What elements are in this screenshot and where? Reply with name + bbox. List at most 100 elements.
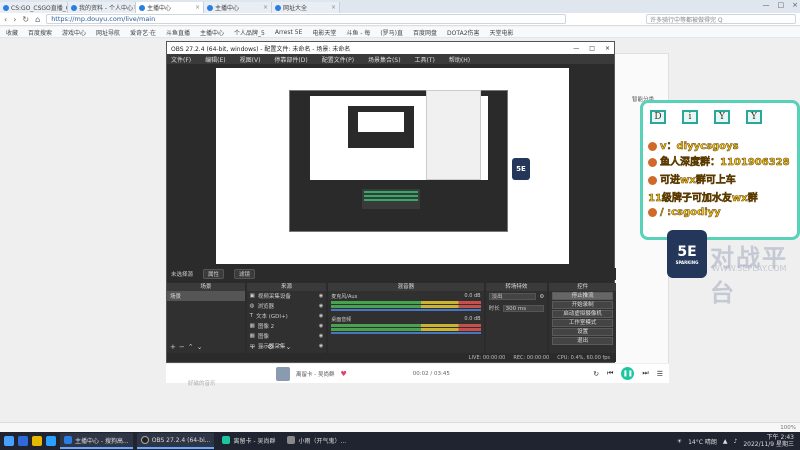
cpu-status: CPU: 0.4%, 60.00 fps xyxy=(557,354,610,361)
bookmark-item[interactable]: 收藏 xyxy=(6,28,18,37)
back-icon[interactable]: ‹ xyxy=(4,15,7,24)
clock[interactable]: 下午 2:43 2022/11/9 星期三 xyxy=(743,434,794,448)
menu-item[interactable]: 文件(F) xyxy=(171,55,191,64)
wechat-icon xyxy=(648,175,657,185)
browser-tab[interactable]: 网址大全 × xyxy=(272,2,340,13)
maximize-icon[interactable]: □ xyxy=(589,45,595,52)
volume-icon[interactable]: ♪ xyxy=(733,438,737,445)
browser-tab-active[interactable]: 主播中心 × xyxy=(136,2,204,13)
bookmark-item[interactable]: 斗鱼直播 xyxy=(166,28,190,37)
source-item[interactable]: ▣ 视频采集设备 ◉ xyxy=(247,291,327,301)
previous-icon[interactable]: ⏮ xyxy=(607,369,613,378)
avatar-icon xyxy=(648,157,657,167)
loop-icon[interactable]: ↻ xyxy=(593,370,599,378)
menu-item[interactable]: 视图(V) xyxy=(240,55,261,64)
menu-item[interactable]: 帮助(H) xyxy=(449,55,470,64)
bookmark-item[interactable]: DOTA2伤害 xyxy=(447,28,479,37)
source-item[interactable]: ◍ 浏览器 ◉ xyxy=(247,301,327,311)
meter-bar xyxy=(364,195,418,197)
taskbar-task[interactable]: 离留卡 - 吴尚群 xyxy=(218,433,279,449)
bookmark-item[interactable]: 游戏中心 xyxy=(62,28,86,37)
menu-item[interactable]: 配置文件(P) xyxy=(322,55,354,64)
close-icon[interactable]: × xyxy=(195,4,200,11)
start-recording-button[interactable]: 开始录制 xyxy=(552,301,613,309)
bookmark-item[interactable]: 主播中心 xyxy=(200,28,224,37)
eye-icon[interactable]: ◉ xyxy=(319,333,323,339)
menu-item[interactable]: 编辑(E) xyxy=(205,55,225,64)
taskbar-task[interactable]: 主播中心 - 搜狗高... xyxy=(60,433,133,449)
bookmark-item[interactable]: 网址导航 xyxy=(96,28,120,37)
browser-tab[interactable]: CS:GO_CSGO直播_CS:× xyxy=(0,2,68,13)
volume-meter xyxy=(331,328,481,331)
stop-streaming-button[interactable]: 停止推流 xyxy=(552,292,613,300)
next-icon[interactable]: ⏭ xyxy=(642,369,648,378)
bookmark-item[interactable]: (罗马)直 xyxy=(380,28,403,37)
windows-start-icon[interactable] xyxy=(4,436,14,446)
settings-button[interactable]: 设置 xyxy=(552,328,613,336)
minimize-icon[interactable]: — xyxy=(573,45,579,52)
weather-icon[interactable]: ☀ xyxy=(677,438,682,445)
album-art[interactable] xyxy=(276,366,290,381)
home-icon[interactable]: ⌂ xyxy=(35,15,40,24)
volume-slider[interactable] xyxy=(331,332,481,334)
taskbar-task[interactable]: 小雨（开气鬼）... xyxy=(283,433,350,449)
bookmark-item[interactable]: 个人品牌_5 xyxy=(234,28,265,37)
obs-preview[interactable]: 5E xyxy=(216,68,569,264)
maximize-icon[interactable]: □ xyxy=(778,1,785,9)
weather-text[interactable]: 14°C 晴朗 xyxy=(688,437,717,446)
pause-button[interactable]: ❚❚ xyxy=(621,367,635,380)
network-icon[interactable]: ▲ xyxy=(723,438,728,445)
app-icon xyxy=(287,436,296,444)
eye-icon[interactable]: ◉ xyxy=(319,343,323,349)
virtual-camera-button[interactable]: 启动虚拟摄像机 xyxy=(552,310,613,318)
bookmark-item[interactable]: 天堂电影 xyxy=(490,28,514,37)
dock-toolbar[interactable]: +−⌃⌄ xyxy=(170,343,205,351)
bookmark-item[interactable]: Arrest 5E xyxy=(275,29,303,36)
volume-slider[interactable] xyxy=(331,309,481,311)
folder-icon[interactable] xyxy=(32,436,42,446)
app-icon[interactable] xyxy=(46,436,56,446)
gear-icon[interactable]: ⚙ xyxy=(539,294,544,300)
search-input[interactable]: 许多骑行中等都被做得完 Q xyxy=(646,14,796,24)
menu-item[interactable]: 工具(T) xyxy=(415,55,435,64)
minimize-icon[interactable]: — xyxy=(763,1,770,9)
refresh-icon[interactable]: ↻ xyxy=(22,15,29,24)
eye-icon[interactable]: ◉ xyxy=(319,293,323,299)
search-icon[interactable] xyxy=(18,436,28,446)
duration-input[interactable]: 300 ms xyxy=(502,304,545,312)
heart-icon[interactable]: ♥ xyxy=(340,370,346,378)
close-icon[interactable]: × xyxy=(605,45,610,52)
url-input[interactable]: https://mp.douyu.com/live/main xyxy=(46,14,567,24)
transition-select[interactable]: 淡出 xyxy=(488,293,537,300)
forward-icon[interactable]: › xyxy=(13,15,16,24)
eye-icon[interactable]: ◉ xyxy=(319,313,323,319)
properties-button[interactable]: 属性 xyxy=(203,269,225,279)
close-icon[interactable]: × xyxy=(263,4,268,11)
studio-mode-button[interactable]: 工作室模式 xyxy=(552,319,613,327)
zoom-level[interactable]: 100% xyxy=(780,425,796,431)
eye-icon[interactable]: ◉ xyxy=(319,323,323,329)
list-icon[interactable]: ☰ xyxy=(657,370,663,378)
source-item[interactable]: ▦ 图像 ◉ xyxy=(247,331,327,341)
tab-favicon-icon xyxy=(207,4,213,11)
bookmark-item[interactable]: 斗鱼 - 每 xyxy=(346,28,370,37)
bookmark-item[interactable]: 百度网盘 xyxy=(413,28,437,37)
close-icon[interactable]: × xyxy=(792,1,798,9)
menu-item[interactable]: 停靠部件(D) xyxy=(274,55,307,64)
eye-icon[interactable]: ◉ xyxy=(319,303,323,309)
bookmark-item[interactable]: 电影天堂 xyxy=(312,28,336,37)
close-icon[interactable]: × xyxy=(331,4,336,11)
scene-item[interactable]: 场景 xyxy=(167,291,245,301)
bookmark-item[interactable]: 爱奇艺·在 xyxy=(130,28,156,37)
browser-tab[interactable]: 我的资料 - 个人中心× xyxy=(68,2,136,13)
taskbar-task[interactable]: OBS 27.2.4 (64-bi... xyxy=(136,433,215,449)
bookmark-item[interactable]: 百度搜索 xyxy=(28,28,52,37)
exit-button[interactable]: 退出 xyxy=(552,337,613,345)
source-item[interactable]: ▦ 图像 2 ◉ xyxy=(247,321,327,331)
source-item[interactable]: T 文本 (GDI+) ◉ xyxy=(247,311,327,321)
dock-toolbar[interactable]: +−⚙⌃⌄ xyxy=(250,343,295,351)
browser-tab[interactable]: 主播中心 × xyxy=(204,2,272,13)
filters-button[interactable]: 滤镜 xyxy=(234,269,256,279)
obs-title: OBS 27.2.4 (64-bit, windows) - 配置文件: 未命名… xyxy=(171,45,351,53)
menu-item[interactable]: 场景集合(S) xyxy=(368,55,401,64)
